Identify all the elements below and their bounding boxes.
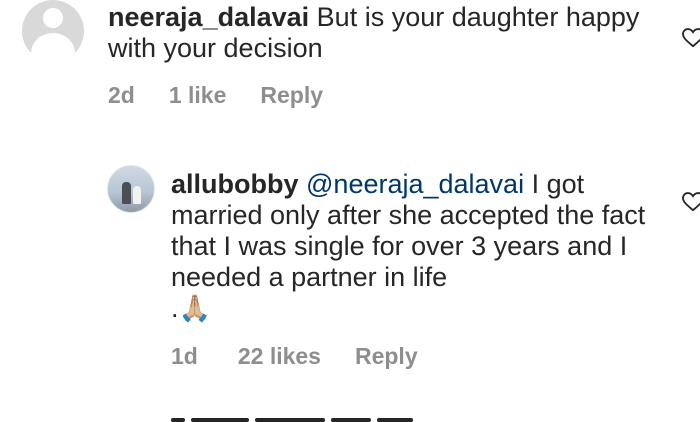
comment-meta: 1d 22 likes Reply	[171, 343, 418, 370]
next-comment-partial	[171, 410, 441, 422]
comment-body: neeraja_dalavai But is your daughter hap…	[108, 2, 668, 64]
folded-hands-emoji: 🙏🏼	[178, 293, 211, 323]
comment-body: allubobby @neeraja_dalavai I got married…	[171, 169, 661, 324]
comment-text-tail: .	[171, 293, 179, 323]
comment-likes-link[interactable]: 22 likes	[238, 343, 321, 370]
avatar-photo-figure	[122, 182, 131, 204]
avatar-photo-figure	[133, 186, 141, 204]
comment-username[interactable]: neeraja_dalavai	[108, 2, 309, 32]
heart-outline-icon[interactable]	[682, 28, 700, 48]
reply-button[interactable]: Reply	[260, 82, 323, 109]
avatar-head-shape	[43, 8, 63, 28]
comment-username[interactable]: allubobby	[171, 169, 299, 199]
user-avatar[interactable]	[107, 165, 155, 213]
heart-outline-icon[interactable]	[682, 192, 700, 212]
comment-age: 2d	[108, 82, 135, 108]
comment-meta: 2d 1 like Reply	[108, 82, 323, 109]
comment-likes-link[interactable]: 1 like	[169, 82, 227, 109]
avatar-body-shape	[31, 33, 75, 62]
default-avatar-icon[interactable]	[22, 0, 84, 62]
comment-mention-link[interactable]: @neeraja_dalavai	[306, 169, 524, 199]
comment-age: 1d	[171, 343, 198, 369]
reply-button[interactable]: Reply	[355, 343, 418, 370]
